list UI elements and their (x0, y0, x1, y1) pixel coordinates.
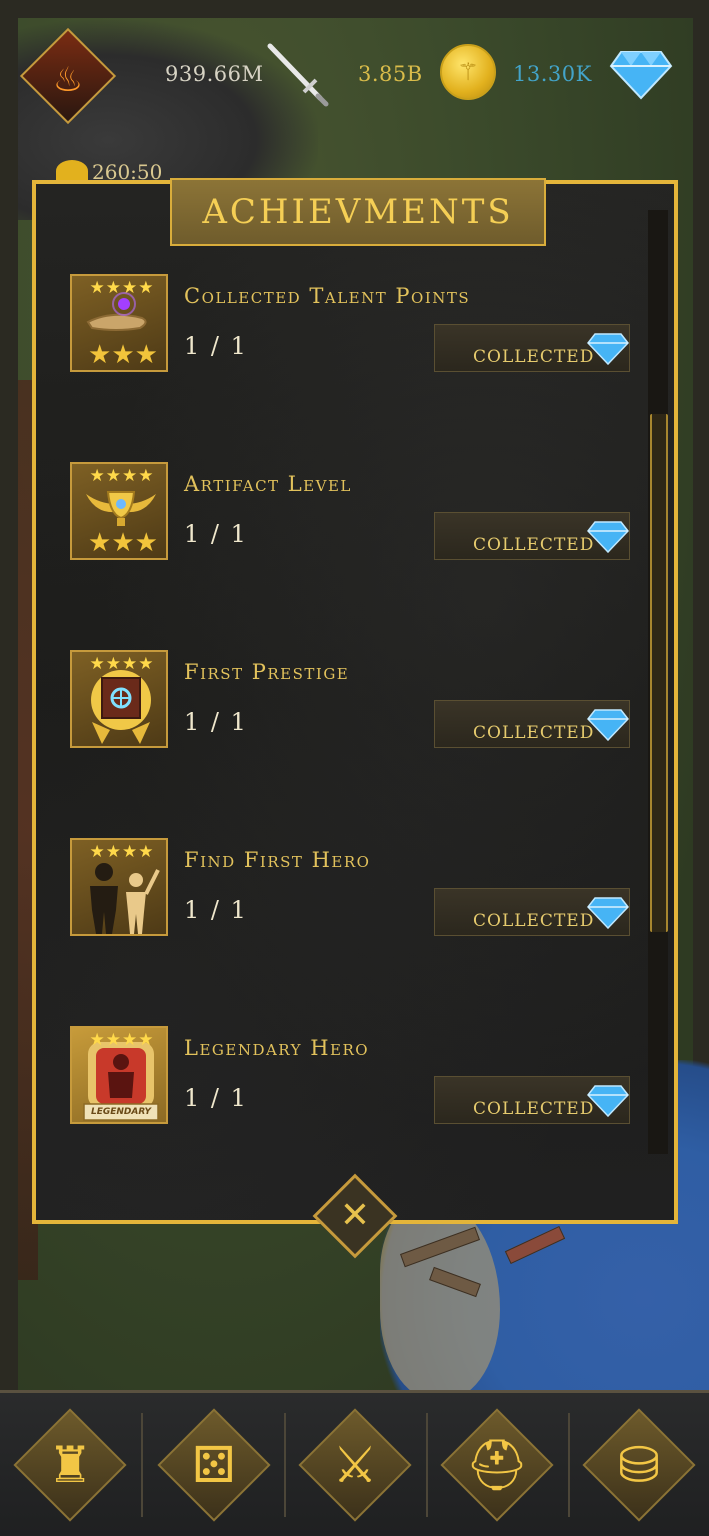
crossed-swords-icon: ⚔ (332, 1436, 378, 1494)
nav-battle-button[interactable]: ⚔ (298, 1408, 412, 1522)
collected-button[interactable]: COLLECTED (434, 324, 630, 372)
gems-value: 13.30K (513, 62, 592, 86)
diamond-icon (587, 1085, 629, 1117)
legendary-badge: LEGENDARY (90, 1107, 151, 1117)
nav-divider (284, 1413, 286, 1517)
achievement-title: Find First Hero (184, 848, 371, 872)
achievement-progress: 1 / 1 (184, 1084, 248, 1112)
coin-stack-icon: ⛁ (618, 1436, 660, 1494)
achievement-title: Artifact Level (184, 472, 352, 496)
collected-button[interactable]: COLLECTED (434, 1076, 630, 1124)
dice-icon: ⚄ (192, 1436, 236, 1494)
timer-coin-icon (56, 160, 88, 182)
nav-divider (568, 1413, 570, 1517)
diamond-icon (587, 333, 629, 365)
rank-stars-icon: ★★★★ (89, 1030, 155, 1050)
heroes-silhouette-icon: ★★★★ (70, 838, 168, 936)
achievement-title: First Prestige (184, 660, 350, 684)
collected-button[interactable]: COLLECTED (434, 512, 630, 560)
achievement-progress: 1 / 1 (184, 332, 248, 360)
achievement-row: ★★★★ First Prestige 1 / 1 COLLECTED (70, 650, 640, 750)
achievement-title: Legendary Hero (184, 1036, 370, 1060)
achievements-panel: ACHIEVMENTS ★★★★ ★★★ Collected Talent Po… (32, 178, 678, 1224)
damage-value: 939.66M (165, 62, 264, 86)
achievement-row: ★★★★ ★★★ Collected Talent Points 1 / 1 C… (70, 274, 640, 374)
legendary-hero-icon: ★★★★ LEGENDARY (70, 1026, 168, 1124)
achievement-progress: 1 / 1 (184, 896, 248, 924)
nav-divider (141, 1413, 143, 1517)
nav-dice-button[interactable]: ⚄ (157, 1408, 271, 1522)
rank-stars-icon: ★★★★ (89, 654, 155, 674)
fire-totem-icon: ♨ (52, 60, 84, 100)
collected-label: COLLECTED (473, 723, 595, 743)
nav-divider (426, 1413, 428, 1517)
nav-castle-button[interactable]: ♜ (13, 1408, 127, 1522)
collected-label: COLLECTED (473, 911, 595, 931)
helmet-icon: ⛑ (465, 1436, 529, 1494)
rank-stars-icon: ★★★★ (89, 842, 155, 862)
nav-heroes-button[interactable]: ⛑ (440, 1408, 554, 1522)
gold-coin-icon: ⚚ (440, 44, 496, 100)
prestige-scroll-icon: ★★★★ (70, 650, 168, 748)
panel-title: ACHIEVMENTS (202, 192, 514, 232)
achievement-progress: 1 / 1 (184, 520, 248, 548)
nav-shop-button[interactable]: ⛁ (582, 1408, 696, 1522)
collected-label: COLLECTED (473, 1099, 595, 1119)
scrollbar-thumb[interactable] (650, 414, 668, 932)
diamond-icon (609, 51, 673, 100)
bottom-nav: ♜ ⚄ ⚔ ⛑ ⛁ (0, 1390, 709, 1536)
collected-label: COLLECTED (473, 535, 595, 555)
collected-button[interactable]: COLLECTED (434, 888, 630, 936)
collected-label: COLLECTED (473, 347, 595, 367)
castle-icon: ♜ (47, 1436, 93, 1494)
achievement-row: ★★★★ LEGENDARY Legendary Hero 1 / 1 COLL… (70, 1026, 640, 1126)
tier-stars-icon: ★★★ (88, 528, 158, 558)
top-hud: ♨ 939.66M 3.85B ⚚ 13.30K 260:50 (0, 0, 709, 184)
gold-value: 3.85B (358, 62, 423, 86)
collected-button[interactable]: COLLECTED (434, 700, 630, 748)
achievement-row: ★★★★ ★★★ Artifact Level 1 / 1 COLLECTED (70, 462, 640, 562)
achievement-progress: 1 / 1 (184, 708, 248, 736)
panel-title-banner: ACHIEVMENTS (170, 178, 546, 246)
diamond-icon (587, 521, 629, 553)
coin-glyph: ⚚ (457, 58, 479, 86)
achievement-title: Collected Talent Points (184, 284, 471, 308)
close-icon[interactable]: ✕ (325, 1186, 385, 1246)
rank-stars-icon: ★★★★ (89, 278, 155, 298)
diamond-icon (587, 709, 629, 741)
tier-stars-icon: ★★★ (88, 340, 158, 370)
rank-stars-icon: ★★★★ (89, 466, 155, 486)
sword-icon (267, 43, 329, 107)
diamond-icon (587, 897, 629, 929)
talent-hand-icon: ★★★★ ★★★ (70, 274, 168, 372)
achievement-row: ★★★★ Find First Hero 1 / 1 COLLECTED (70, 838, 640, 938)
winged-chalice-icon: ★★★★ ★★★ (70, 462, 168, 560)
